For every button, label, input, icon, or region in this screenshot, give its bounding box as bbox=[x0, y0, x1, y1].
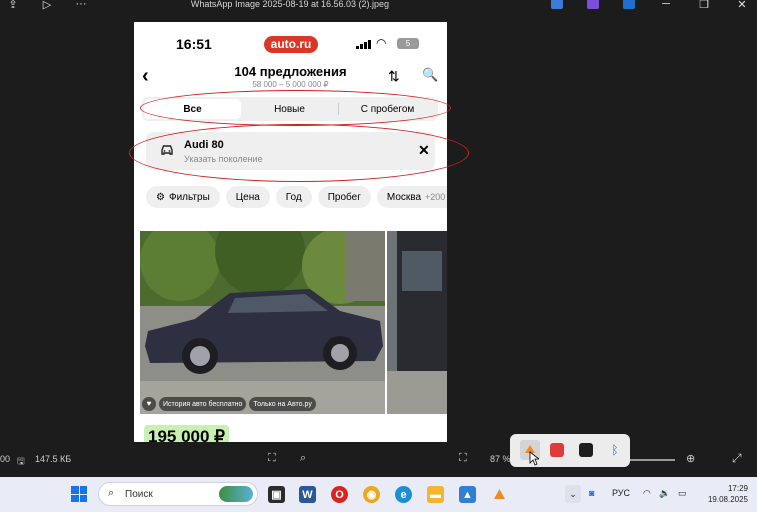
sort-icon[interactable]: ⇅ bbox=[388, 68, 400, 85]
image-viewer-window: ⇪ ▷ ··· WhatsApp Image 2025-08-19 at 16.… bbox=[0, 0, 757, 512]
listing-badges: ♥ История авто бесплатно Только на Авто.… bbox=[142, 397, 316, 411]
search-icon: ⌕ bbox=[108, 487, 115, 499]
minimize-button[interactable]: ─ bbox=[659, 0, 673, 10]
auto-ru-logo: auto.ru bbox=[264, 36, 318, 53]
save-icon: 🖫 bbox=[17, 456, 25, 466]
car-photo-side-image bbox=[387, 231, 447, 414]
bookmark-icon[interactable]: ♥ bbox=[142, 397, 156, 411]
city-chip[interactable]: Москва +200 к bbox=[376, 186, 447, 208]
input-language[interactable]: РУС bbox=[612, 488, 630, 498]
title-bar: ⇪ ▷ ··· WhatsApp Image 2025-08-19 at 16.… bbox=[0, 0, 757, 12]
listing-photo-next[interactable] bbox=[387, 231, 447, 414]
history-badge: История авто бесплатно bbox=[159, 397, 247, 411]
clipchamp-icon[interactable] bbox=[587, 0, 599, 9]
close-button[interactable]: ✕ bbox=[735, 0, 749, 11]
file-explorer-icon[interactable]: ▬ bbox=[427, 486, 444, 503]
photos-icon[interactable]: ▲ bbox=[459, 486, 476, 503]
listing-price: 195 000 ₽ bbox=[144, 425, 229, 442]
search-highlight-art bbox=[219, 486, 253, 502]
filter-chips: ⚙ Фильтры Цена Год Пробег Москва +200 к bbox=[146, 186, 447, 208]
price-range: 58 000 – 5 000 000 ₽ bbox=[252, 80, 329, 89]
year-chip[interactable]: Год bbox=[275, 186, 312, 208]
sliders-icon: ⚙ bbox=[156, 191, 165, 203]
taskbar: ⌕ Поиск ▣ W O ◉ e ▬ ▲ ⌄ ◙ РУС ◠ 🔉 ▭ 17:2… bbox=[0, 477, 757, 512]
status-time: 16:51 bbox=[176, 36, 212, 52]
edit-app-icon[interactable] bbox=[551, 0, 563, 9]
city-radius: +200 к bbox=[425, 192, 447, 202]
price-chip[interactable]: Цена bbox=[225, 186, 270, 208]
chrome-icon[interactable]: ◉ bbox=[363, 486, 380, 503]
chevron-up-icon[interactable]: ⌄ bbox=[565, 485, 581, 503]
results-count: 104 предложения bbox=[234, 64, 347, 79]
maximize-button[interactable]: ❐ bbox=[697, 0, 711, 11]
edge-icon[interactable]: e bbox=[395, 486, 412, 503]
phone-screenshot: 16:51 auto.ru ◠ 5 ‹ 104 предложения 58 0… bbox=[134, 22, 447, 442]
opera-icon[interactable]: O bbox=[331, 486, 348, 503]
fit-to-window-icon[interactable]: ⛶ bbox=[459, 452, 467, 465]
volume-icon[interactable]: 🔉 bbox=[659, 488, 670, 499]
battery-tray-icon[interactable]: ▭ bbox=[678, 488, 687, 499]
clock-time: 17:29 bbox=[727, 484, 748, 493]
battery-icon: 5 bbox=[397, 38, 419, 49]
signal-icon bbox=[356, 40, 371, 49]
onedrive-off-icon[interactable] bbox=[623, 0, 635, 9]
word-icon[interactable]: W bbox=[299, 486, 316, 503]
tray-overflow-popup: ᛒ bbox=[510, 434, 630, 467]
city-label: Москва bbox=[386, 191, 422, 203]
annotation-ellipse-tabs bbox=[140, 90, 451, 126]
wifi-icon: ◠ bbox=[376, 36, 387, 50]
zoom-in-icon[interactable]: ⊕ bbox=[686, 452, 695, 465]
defender-icon[interactable]: ◙ bbox=[589, 488, 594, 498]
title-bar-controls: ─ ❐ ✕ bbox=[551, 0, 749, 11]
filters-label: Фильтры bbox=[168, 191, 210, 203]
start-button[interactable] bbox=[71, 486, 87, 502]
search-label: Поиск bbox=[125, 489, 153, 500]
car-photo-image bbox=[140, 231, 385, 414]
bluetooth-icon[interactable]: ᛒ bbox=[608, 443, 622, 457]
exclusive-badge: Только на Авто.ру bbox=[249, 397, 316, 411]
system-clock[interactable]: 17:29 19.08.2025 bbox=[700, 483, 748, 505]
visual-search-icon[interactable]: ⌕ bbox=[300, 452, 306, 465]
viewer-toolbar: 00 🖫 147.5 КБ ⛶ ⌕ ⛶ 87 % ⊕ ⤢ bbox=[0, 448, 757, 472]
image-index: 00 bbox=[0, 454, 11, 464]
record-app-icon[interactable] bbox=[550, 443, 564, 457]
mouse-cursor-icon bbox=[529, 451, 539, 466]
snake-shape bbox=[494, 489, 505, 499]
zoom-level[interactable]: 87 % bbox=[490, 454, 511, 464]
mileage-chip[interactable]: Пробег bbox=[317, 186, 371, 208]
file-size: 147.5 КБ bbox=[35, 454, 72, 464]
taskbar-search[interactable]: ⌕ Поиск bbox=[98, 482, 258, 506]
listing-photo[interactable] bbox=[140, 231, 385, 414]
window-title: WhatsApp Image 2025-08-19 at 16.56.03 (2… bbox=[190, 0, 390, 9]
filters-chip[interactable]: ⚙ Фильтры bbox=[146, 186, 220, 208]
fullscreen-icon[interactable]: ⤢ bbox=[732, 451, 742, 466]
snake-taskbar-icon[interactable] bbox=[491, 486, 508, 503]
task-view-icon[interactable]: ▣ bbox=[268, 486, 285, 503]
wifi-tray-icon[interactable]: ◠ bbox=[643, 488, 651, 499]
annotation-ellipse-model bbox=[129, 124, 469, 182]
save-search-icon[interactable]: 🔍 bbox=[422, 67, 438, 83]
zoom-slider[interactable] bbox=[625, 459, 675, 461]
phone-status-bar: 16:51 auto.ru ◠ 5 bbox=[134, 34, 447, 54]
clock-date: 19.08.2025 bbox=[707, 495, 748, 504]
scan-icon[interactable]: ⛶ bbox=[268, 452, 276, 465]
nvidia-icon[interactable] bbox=[579, 443, 593, 457]
